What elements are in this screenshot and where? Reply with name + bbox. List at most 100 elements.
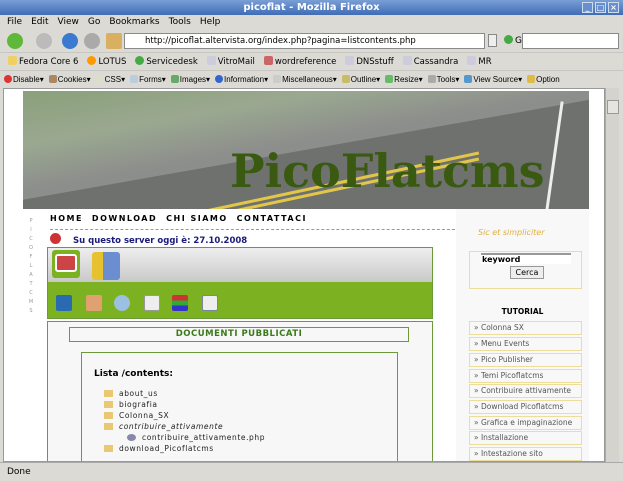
keyword-input[interactable]: keyword: [481, 253, 571, 264]
bookmark-wordreference[interactable]: wordreference: [263, 53, 336, 70]
go-icon: [504, 35, 513, 44]
list-item[interactable]: biografia: [104, 400, 158, 409]
dev-css[interactable]: CSS▾: [95, 71, 125, 88]
reload-button[interactable]: [62, 33, 78, 49]
folder-icon: [104, 401, 113, 408]
list-icon[interactable]: [202, 295, 218, 311]
dev-tools[interactable]: Tools▾: [427, 71, 459, 88]
list-item[interactable]: download_Picoflatcms: [104, 444, 214, 453]
list-item[interactable]: Colonna_SX: [104, 411, 169, 420]
url-input[interactable]: http://picoflat.altervista.org/index.php…: [124, 33, 485, 49]
close-button[interactable]: ×: [608, 2, 619, 13]
bookmark-lotus[interactable]: LOTUS: [87, 53, 126, 70]
menu-bookmarks[interactable]: Bookmarks: [109, 15, 159, 30]
maximize-button[interactable]: □: [595, 2, 606, 13]
menu-tools[interactable]: Tools: [169, 15, 191, 30]
back-button[interactable]: [7, 33, 23, 49]
information-icon: [215, 75, 224, 83]
menu-help[interactable]: Help: [200, 15, 221, 30]
folder-open-icon: [104, 423, 113, 430]
dev-information[interactable]: Information▾: [215, 71, 268, 88]
tutorial-link[interactable]: » Menu Events: [469, 337, 582, 351]
lotus-icon: [87, 56, 97, 65]
books-icon[interactable]: [172, 295, 188, 311]
write-icon[interactable]: [56, 295, 72, 311]
bookmark-servicedesk[interactable]: Servicedesk: [135, 53, 198, 70]
dev-view-source[interactable]: View Source▾: [464, 71, 522, 88]
tutorial-link[interactable]: » Pico Publisher: [469, 353, 582, 367]
dev-disable[interactable]: Disable▾: [4, 71, 44, 88]
menu-bar: File Edit View Go Bookmarks Tools Help: [0, 15, 623, 30]
wordreference-icon: [263, 56, 273, 65]
bookmark-dnsstuff[interactable]: DNSstuff: [345, 53, 394, 70]
menu-file[interactable]: File: [7, 15, 22, 30]
search-input[interactable]: [522, 33, 619, 49]
dev-outline[interactable]: Outline▾: [341, 71, 380, 88]
tools-icon: [427, 75, 436, 83]
edit-icon: [55, 254, 77, 272]
list-item[interactable]: contribuire_attivamente: [104, 422, 223, 431]
folder-icon: [104, 412, 113, 419]
menu-go[interactable]: Go: [88, 15, 100, 30]
bookmark-vitromail[interactable]: VitroMail: [206, 53, 255, 70]
power-icon[interactable]: [50, 233, 61, 244]
tutorial-link[interactable]: » Intestazione sito: [469, 447, 582, 461]
menu-view[interactable]: View: [58, 15, 79, 30]
scrollbar-thumb[interactable]: [607, 100, 619, 114]
forms-icon: [130, 75, 139, 83]
dev-cookies[interactable]: Cookies▾: [48, 71, 91, 88]
css-icon: [95, 75, 104, 83]
menu-edit[interactable]: Edit: [31, 15, 48, 30]
minimize-button[interactable]: _: [582, 2, 593, 13]
bookmark-fedora[interactable]: Fedora Core 6: [8, 53, 78, 70]
tutorial-link[interactable]: » Download Picoflatcms: [469, 400, 582, 414]
user-key-icon[interactable]: [92, 252, 120, 280]
tutorial-link[interactable]: » Temi Picoflatcms: [469, 369, 582, 383]
bookmark-mr[interactable]: MR: [467, 53, 492, 70]
list-item[interactable]: about_us: [104, 389, 158, 398]
tutorial-link[interactable]: » Colonna SX: [469, 321, 582, 335]
calendar-icon[interactable]: [86, 295, 102, 311]
folder-icon: [104, 445, 113, 452]
home-button[interactable]: [106, 33, 122, 49]
search-button[interactable]: Cerca: [510, 266, 544, 279]
vertical-site-name: PICOFLATCMS: [28, 218, 34, 314]
bookmarks-toolbar: Fedora Core 6 LOTUS Servicedesk VitroMai…: [0, 52, 623, 70]
page-icon: [467, 56, 477, 65]
miscellaneous-icon: [273, 75, 282, 83]
admin-panel: [47, 247, 433, 319]
resize-icon: [385, 75, 394, 83]
tutorial-heading: TUTORIAL: [501, 307, 544, 316]
cookies-icon: [48, 75, 57, 83]
url-dropdown-button[interactable]: [488, 34, 497, 47]
nav-contattaci[interactable]: CONTATTACI: [237, 214, 307, 223]
dev-images[interactable]: Images▾: [170, 71, 210, 88]
site-logo-text: PicoFlatcms: [230, 144, 545, 198]
edit-tab[interactable]: [52, 250, 80, 278]
tutorial-link[interactable]: » Installazione: [469, 431, 582, 445]
page-icon: [345, 56, 355, 65]
tutorial-link[interactable]: » Grafica e impaginazione: [469, 416, 582, 430]
vertical-scrollbar[interactable]: [605, 88, 619, 462]
dev-miscellaneous[interactable]: Miscellaneous▾: [273, 71, 337, 88]
stop-button[interactable]: [84, 33, 100, 49]
dev-options[interactable]: Option: [527, 71, 560, 88]
contents-list: Lista /contents: about_us biografia Colo…: [81, 352, 398, 461]
forward-button[interactable]: [36, 33, 52, 49]
document-icon[interactable]: [144, 295, 160, 311]
window-title: picoflat - Mozilla Firefox: [243, 2, 380, 13]
list-item[interactable]: contribuire_attivamente.php: [127, 433, 265, 442]
nav-download[interactable]: DOWNLOAD: [92, 214, 157, 223]
php-file-icon: [127, 434, 136, 441]
section-title: DOCUMENTI PUBBLICATI: [69, 327, 409, 342]
site-search: keyword Cerca: [469, 251, 582, 289]
tutorial-link[interactable]: » Contribuire attivamente: [469, 384, 582, 398]
users-icon[interactable]: [114, 295, 130, 311]
folder-icon: [8, 56, 17, 65]
bookmark-cassandra[interactable]: Cassandra: [402, 53, 458, 70]
nav-chi-siamo[interactable]: CHI SIAMO: [166, 214, 228, 223]
dev-resize[interactable]: Resize▾: [385, 71, 423, 88]
content-panel: DOCUMENTI PUBBLICATI Lista /contents: ab…: [47, 321, 433, 461]
dev-forms[interactable]: Forms▾: [130, 71, 166, 88]
nav-home[interactable]: HOME: [50, 214, 83, 223]
